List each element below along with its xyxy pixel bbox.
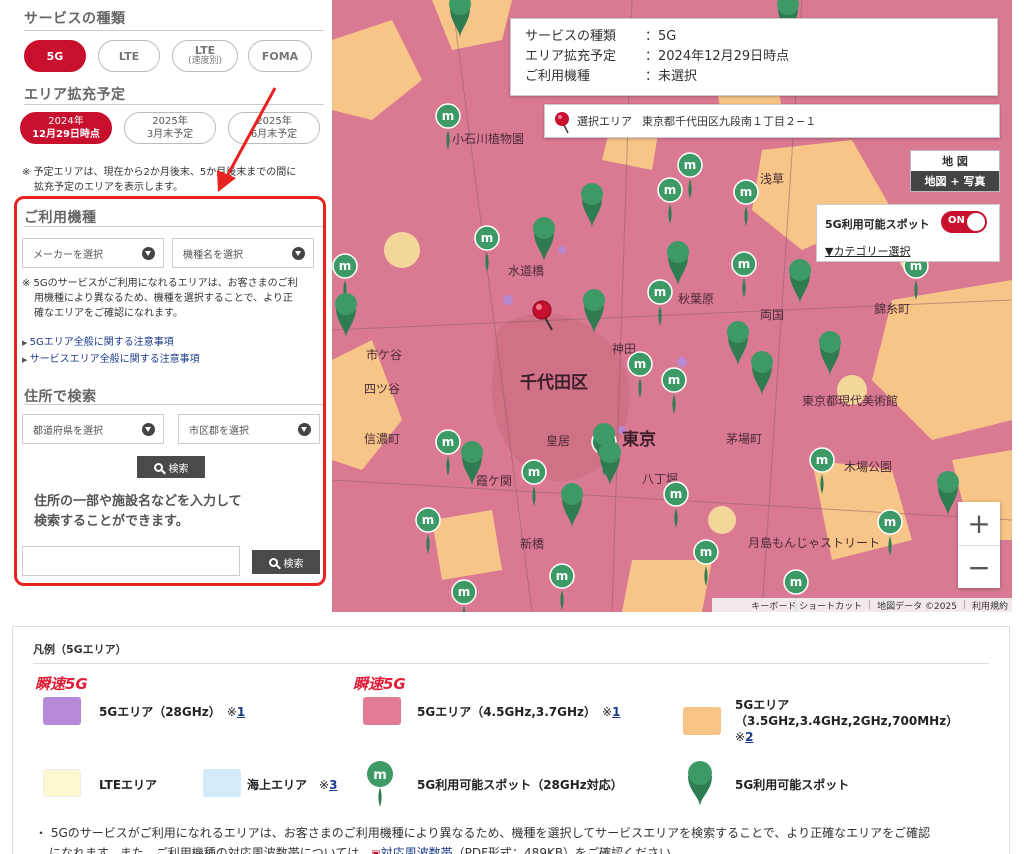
zoom-in-button[interactable]: + — [958, 502, 1000, 545]
spot-28ghz-icon — [435, 103, 461, 151]
legend-lte-swatch — [43, 769, 81, 797]
expansion-title: エリア拡充予定 — [24, 87, 126, 103]
spot-toggle-label: 5G利用可能スポット — [825, 218, 930, 231]
highlight-frame — [14, 196, 326, 586]
service-type-title: サービスの種類 — [24, 11, 126, 27]
service-foma-button[interactable]: FOMA — [248, 40, 312, 72]
spot-toggle-switch[interactable]: ON — [941, 211, 987, 233]
spot-icon — [461, 441, 483, 486]
pdf-icon: ▣ — [371, 849, 380, 854]
legend-panel: 凡例（5Gエリア） 瞬速5G 瞬速5G 5Gエリア（28GHz） ※1 5Gエリ… — [12, 626, 1010, 854]
note-2-link[interactable]: 2 — [745, 730, 753, 744]
spot-28ghz-icon — [415, 507, 441, 555]
spot-icon — [667, 241, 689, 286]
legend-lte-label: LTEエリア — [99, 778, 158, 792]
category-select-link[interactable]: ▼カテゴリー選択 — [825, 243, 910, 259]
keyboard-shortcuts-link[interactable]: キーボード ショートカット — [751, 599, 862, 612]
legend-28ghz-swatch — [43, 697, 81, 725]
frequency-band-link[interactable]: 対応周波数帯 — [381, 846, 453, 854]
spot-28ghz-icon: m — [367, 761, 393, 807]
spot-icon — [751, 351, 773, 396]
selected-area-value: 東京都千代田区九段南１丁目２−１ — [642, 115, 817, 128]
note-1-link[interactable]: 1 — [612, 705, 620, 719]
spot-toggle-panel: 5G利用可能スポット ON ▼カテゴリー選択 — [816, 204, 1000, 262]
divider — [24, 30, 324, 31]
service-5g-button[interactable]: 5G — [24, 40, 86, 72]
note-1-link[interactable]: 1 — [237, 705, 245, 719]
spot-icon — [583, 289, 605, 334]
legend-45ghz-swatch — [363, 697, 401, 725]
map-attribution: キーボード ショートカット | 地図データ ©2025 | 利用規約 — [712, 598, 1012, 612]
instant-5g-badge: 瞬速5G — [353, 675, 406, 693]
spot-28ghz-icon — [877, 509, 903, 557]
spot-icon — [335, 293, 357, 338]
spot-28ghz-icon — [435, 429, 461, 477]
map-type-switch: 地 図 地図 + 写真 — [910, 150, 1000, 192]
legend-28ghz-label: 5Gエリア（28GHz） ※1 — [99, 705, 246, 719]
spot-28ghz-icon — [647, 279, 673, 327]
legend-35ghz-swatch — [683, 707, 721, 735]
spot-icon — [533, 217, 555, 262]
red-arrow-icon — [217, 87, 277, 192]
service-lte-speed-button[interactable]: LTE (速度別) — [172, 40, 238, 72]
spot-28ghz-icon — [809, 447, 835, 495]
spot-28ghz-icon — [663, 481, 689, 529]
divider — [33, 663, 989, 664]
svg-text:m: m — [373, 768, 387, 783]
zoom-out-button[interactable]: − — [958, 546, 1000, 589]
legend-sea-label: 海上エリア ※3 — [247, 778, 338, 792]
spot-icon — [819, 331, 841, 376]
terms-link[interactable]: 利用規約 — [972, 599, 1008, 612]
service-lte-button[interactable]: LTE — [98, 40, 160, 72]
location-pin-icon — [555, 112, 569, 134]
note-3-link[interactable]: 3 — [329, 778, 337, 792]
legend-spot-28ghz-label: 5G利用可能スポット（28GHz対応） — [417, 778, 623, 792]
spot-28ghz-icon — [733, 179, 759, 227]
spot-28ghz-icon — [549, 563, 575, 611]
legend-title: 凡例（5Gエリア） — [33, 643, 127, 656]
instant-5g-badge: 瞬速5G — [35, 675, 88, 693]
selected-area-label: 選択エリア — [577, 115, 632, 128]
spot-icon — [599, 441, 621, 486]
spot-icon — [449, 0, 471, 38]
spot-28ghz-icon — [657, 177, 683, 225]
legend-35ghz-label: 5Gエリア （3.5GHz,3.4GHz,2GHz,700MHz） ※2 — [735, 698, 959, 744]
spot-28ghz-icon — [627, 351, 653, 399]
spot-28ghz-icon — [693, 539, 719, 587]
spot-28ghz-icon — [731, 251, 757, 299]
selected-location-pin-icon[interactable] — [530, 298, 560, 334]
spot-28ghz-icon — [661, 367, 687, 415]
spot-icon — [561, 483, 583, 528]
spot-28ghz-icon — [451, 579, 477, 612]
spot-icon — [789, 259, 811, 304]
spot-icon — [727, 321, 749, 366]
legend-footnote: ・ 5Gのサービスがご利用になれるエリアは、お客さまのご利用機種により異なるため… — [35, 823, 995, 854]
map-info-panel: サービスの種類 ：5G エリア拡充予定 ：2024年12月29日時点 ご利用機種 ：未… — [510, 18, 998, 96]
map-type-satellite-button[interactable]: 地図 + 写真 — [911, 171, 999, 191]
zoom-controls: + − — [958, 502, 1000, 588]
spot-28ghz-icon — [521, 459, 547, 507]
selected-area-panel: 選択エリア 東京都千代田区九段南１丁目２−１ — [544, 104, 1000, 138]
map-data-credit: 地図データ ©2025 — [877, 601, 957, 612]
spot-28ghz-icon — [474, 225, 500, 273]
legend-sea-swatch — [203, 769, 241, 797]
spot-icon — [937, 471, 959, 516]
coverage-map[interactable]: 千代田区 東京 水道橋 神田 秋葉原 浅草 両国 皇居 霞ケ関 新橋 茅場町 木… — [332, 0, 1012, 612]
legend-45ghz-label: 5Gエリア（4.5GHz,3.7GHz） ※1 — [417, 705, 621, 719]
legend-spot-label: 5G利用可能スポット — [735, 778, 850, 792]
map-type-map-button[interactable]: 地 図 — [911, 151, 999, 171]
spot-icon — [581, 183, 603, 228]
spot-icon — [688, 761, 712, 807]
expansion-current-button[interactable]: 2024年 12月29日時点 — [20, 112, 112, 144]
